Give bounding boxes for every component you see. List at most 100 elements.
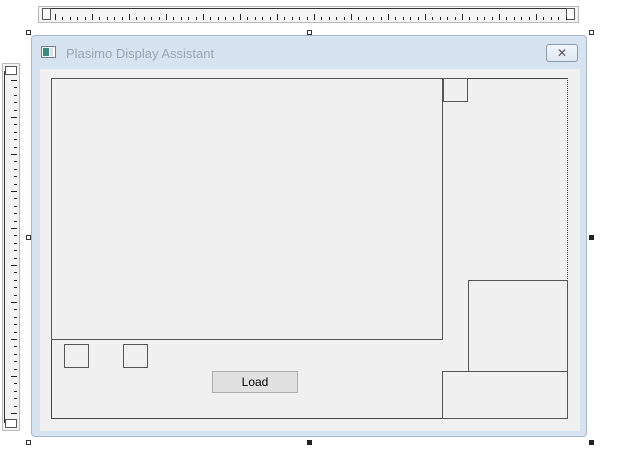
ruler-tick	[558, 17, 560, 20]
ruler-tick	[14, 205, 17, 207]
app-icon-part	[43, 48, 49, 56]
ruler-tick	[180, 17, 182, 20]
ruler-tick	[14, 324, 17, 326]
ruler-tick	[321, 17, 323, 20]
bottom-right-panel[interactable]	[442, 371, 568, 419]
ruler-tick	[11, 191, 17, 192]
ruler-tick	[240, 14, 241, 20]
ruler-tick	[14, 331, 17, 333]
ruler-tick	[143, 17, 145, 20]
small-control-2[interactable]	[123, 344, 148, 368]
ruler-tick	[106, 17, 108, 20]
ruler-tick	[380, 17, 382, 20]
resize-handle-bottom[interactable]	[307, 440, 312, 445]
ruler-tick	[373, 17, 375, 20]
ruler-tick	[491, 17, 493, 20]
ruler-tick	[269, 17, 271, 20]
ruler-tick	[395, 17, 397, 20]
title-bar[interactable]: Plasimo Display Assistant ✕	[32, 36, 586, 70]
ruler-tick	[114, 17, 116, 20]
ruler-tick	[62, 17, 64, 20]
ruler-tick	[365, 17, 367, 20]
ruler-tick	[306, 17, 308, 20]
ruler-tick	[11, 228, 17, 229]
ruler-tick	[351, 14, 352, 20]
ruler-tick	[513, 17, 515, 20]
ruler-tick	[210, 17, 212, 20]
ruler-tick	[166, 14, 167, 20]
ruler-tick	[469, 17, 471, 20]
ruler-tick	[262, 17, 264, 20]
ruler-tick	[14, 146, 17, 148]
ruler-tick	[432, 17, 434, 20]
main-display-panel[interactable]	[51, 78, 443, 340]
small-control-1[interactable]	[64, 344, 89, 368]
ruler-tick	[536, 14, 537, 20]
ruler-line	[4, 71, 5, 423]
ruler-tick	[151, 17, 153, 20]
ruler-tick	[417, 17, 419, 20]
ruler-tick	[299, 17, 301, 20]
ruler-tick	[336, 17, 338, 20]
resize-handle-bottom-left[interactable]	[26, 440, 31, 445]
ruler-tick	[14, 287, 17, 289]
ruler-tick	[14, 257, 17, 259]
form-window[interactable]: Plasimo Display Assistant ✕ Load	[31, 35, 587, 437]
ruler-tick	[14, 346, 17, 348]
ruler-tick	[247, 17, 249, 20]
ruler-tick	[14, 398, 17, 400]
ruler-tick	[14, 250, 17, 252]
horizontal-ruler[interactable]	[38, 6, 579, 23]
ruler-tick	[410, 17, 412, 20]
form-client-area[interactable]: Load	[40, 69, 580, 431]
ruler-tick	[14, 294, 17, 296]
close-icon: ✕	[556, 46, 568, 60]
ruler-tick	[14, 353, 17, 355]
ruler-tick	[14, 161, 17, 163]
close-button[interactable]: ✕	[546, 44, 578, 62]
app-icon	[41, 46, 56, 58]
ruler-tick	[203, 14, 204, 20]
ruler-tick	[343, 17, 345, 20]
resize-handle-right[interactable]	[589, 235, 594, 240]
ruler-tick	[69, 17, 71, 20]
resize-handle-top-left[interactable]	[26, 30, 31, 35]
ruler-tick	[358, 17, 360, 20]
ruler-top-marker[interactable]	[5, 66, 17, 75]
ruler-tick	[14, 405, 17, 407]
ruler-tick	[173, 17, 175, 20]
right-panel[interactable]	[468, 280, 568, 372]
ruler-tick	[14, 176, 17, 178]
ruler-tick	[188, 17, 190, 20]
ruler-tick	[521, 17, 523, 20]
ruler-tick	[543, 17, 545, 20]
ruler-left-marker[interactable]	[42, 8, 51, 20]
ruler-tick	[11, 302, 17, 303]
ruler-tick	[14, 94, 17, 96]
ruler-tick	[99, 17, 101, 20]
ruler-tick	[277, 14, 278, 20]
ruler-tick	[14, 213, 17, 215]
ruler-tick	[328, 17, 330, 20]
ruler-tick	[402, 17, 404, 20]
corner-control[interactable]	[443, 78, 468, 102]
resize-handle-bottom-right[interactable]	[589, 440, 594, 445]
ruler-tick	[14, 368, 17, 370]
ruler-tick	[14, 235, 17, 237]
ruler-tick	[11, 339, 17, 340]
ruler-tick	[11, 265, 17, 266]
ruler-right-marker[interactable]	[566, 8, 575, 20]
resize-handle-top-right[interactable]	[589, 30, 594, 35]
ruler-tick	[84, 17, 86, 20]
load-button[interactable]: Load	[212, 371, 298, 393]
ruler-bottom-marker[interactable]	[5, 419, 17, 428]
ruler-tick	[454, 17, 456, 20]
vertical-ruler[interactable]	[2, 63, 20, 431]
ruler-tick	[388, 14, 389, 20]
ruler-tick	[14, 242, 17, 244]
ruler-tick	[121, 17, 123, 20]
ruler-tick	[565, 17, 567, 20]
ruler-tick	[254, 17, 256, 20]
ruler-tick	[499, 14, 500, 20]
ruler-tick	[439, 17, 441, 20]
